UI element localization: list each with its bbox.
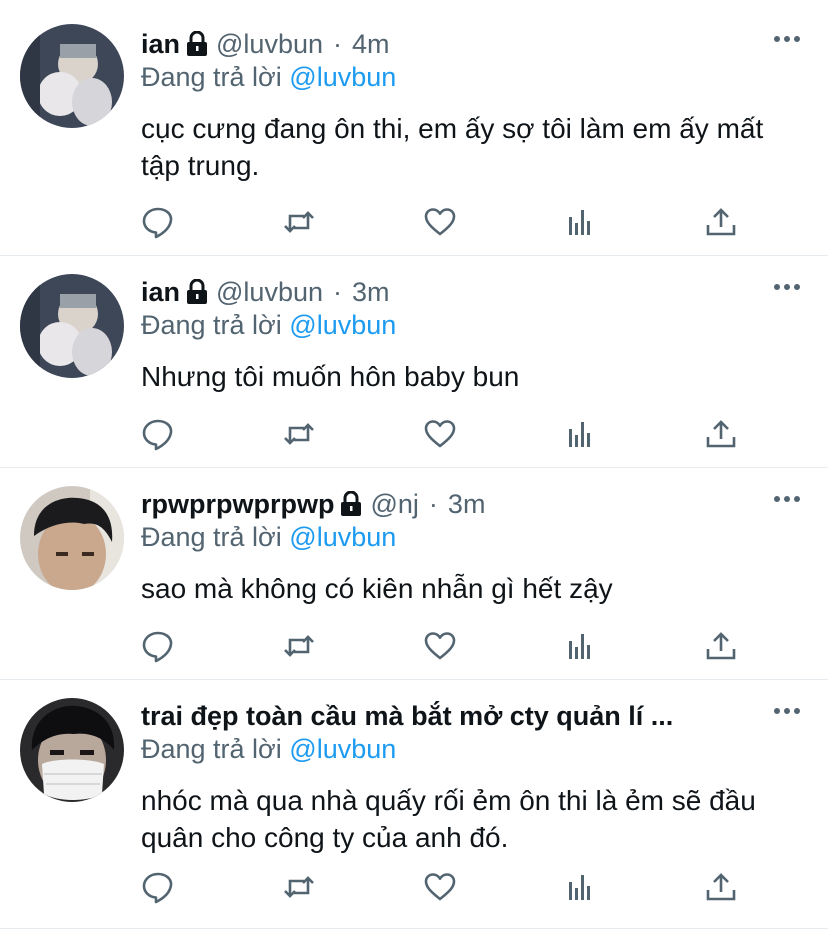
replying-to-label: Đang trả lời (141, 734, 282, 764)
heart-icon[interactable] (423, 417, 457, 451)
timestamp[interactable]: 4m (352, 29, 390, 60)
separator-dot: · (428, 488, 438, 519)
replying-to-label: Đang trả lời (141, 522, 282, 552)
tweet[interactable]: ian @luvbun · 4m Đang trả lời @luvbun cụ… (0, 0, 828, 256)
retweet-icon[interactable] (282, 870, 316, 904)
replying-to: Đang trả lời @luvbun (141, 734, 798, 768)
tweet-header: trai đẹp toàn cầu mà bắt mở cty quản lí … (141, 698, 798, 734)
share-icon[interactable] (704, 205, 738, 239)
tweet-header: ian @luvbun · 3m (141, 274, 798, 310)
analytics-icon[interactable] (563, 417, 597, 451)
lock-icon (340, 490, 362, 517)
heart-icon[interactable] (423, 870, 457, 904)
separator-dot: · (333, 28, 342, 59)
tweet-text: sao mà không có kiên nhẫn gì hết zậy (141, 573, 613, 604)
retweet-icon[interactable] (282, 629, 316, 663)
mention-link[interactable]: @luvbun (289, 522, 396, 552)
comment-icon[interactable] (141, 629, 175, 663)
timestamp[interactable]: 3m (352, 277, 390, 308)
mention-link[interactable]: @luvbun (289, 62, 396, 92)
tweet[interactable]: ian @luvbun · 3m Đang trả lời @luvbun Nh… (0, 256, 828, 468)
tweet-header: rpwprpwprpwp @nj · 3m (141, 486, 798, 522)
avatar[interactable] (20, 486, 124, 590)
share-icon[interactable] (704, 870, 738, 904)
mention-link[interactable]: @luvbun (289, 310, 396, 340)
replying-to: Đang trả lời @luvbun (141, 62, 798, 96)
replying-to: Đang trả lời @luvbun (141, 522, 798, 556)
analytics-icon[interactable] (563, 205, 597, 239)
tweet[interactable]: trai đẹp toàn cầu mà bắt mở cty quản lí … (0, 680, 828, 929)
heart-icon[interactable] (423, 205, 457, 239)
lock-icon (186, 30, 208, 57)
more-icon[interactable] (772, 32, 802, 44)
display-name[interactable]: trai đẹp toàn cầu mà bắt mở cty quản lí … (141, 701, 673, 732)
comment-icon[interactable] (141, 417, 175, 451)
tweet[interactable]: rpwprpwprpwp @nj · 3m Đang trả lời @luvb… (0, 468, 828, 680)
analytics-icon[interactable] (563, 629, 597, 663)
tweet-actions (141, 417, 738, 451)
user-handle[interactable]: @luvbun (216, 277, 323, 308)
heart-icon[interactable] (423, 629, 457, 663)
tweet-actions (141, 870, 738, 904)
retweet-icon[interactable] (282, 205, 316, 239)
more-icon[interactable] (772, 704, 802, 716)
tweet-actions (141, 629, 738, 663)
mention-link[interactable]: @luvbun (289, 734, 396, 764)
more-icon[interactable] (772, 492, 802, 504)
tweet-header: ian @luvbun · 4m (141, 26, 798, 62)
comment-icon[interactable] (141, 205, 175, 239)
tweet-text: Nhưng tôi muốn hôn baby bun (141, 361, 520, 392)
replying-to-label: Đang trả lời (141, 310, 282, 340)
user-handle[interactable]: @luvbun (216, 29, 323, 60)
replying-to-label: Đang trả lời (141, 62, 282, 92)
avatar[interactable] (20, 24, 124, 128)
display-name[interactable]: rpwprpwprpwp (141, 489, 334, 520)
display-name[interactable]: ian (141, 29, 180, 60)
timestamp[interactable]: 3m (448, 489, 486, 520)
avatar[interactable] (20, 698, 124, 802)
lock-icon (186, 278, 208, 305)
share-icon[interactable] (704, 629, 738, 663)
comment-icon[interactable] (141, 870, 175, 904)
user-handle[interactable]: @nj (370, 489, 418, 520)
tweet-text: cục cưng đang ôn thi, em ấy sợ tôi làm e… (141, 113, 764, 181)
display-name[interactable]: ian (141, 277, 180, 308)
replying-to: Đang trả lời @luvbun (141, 310, 798, 344)
more-icon[interactable] (772, 280, 802, 292)
tweet-actions (141, 205, 738, 239)
tweet-text: nhóc mà qua nhà quấy rối ẻm ôn thi là ẻm… (141, 785, 756, 853)
reply-thread: ian @luvbun · 4m Đang trả lời @luvbun cụ… (0, 0, 828, 929)
retweet-icon[interactable] (282, 417, 316, 451)
avatar[interactable] (20, 274, 124, 378)
share-icon[interactable] (704, 417, 738, 451)
separator-dot: · (333, 276, 342, 307)
analytics-icon[interactable] (563, 870, 597, 904)
